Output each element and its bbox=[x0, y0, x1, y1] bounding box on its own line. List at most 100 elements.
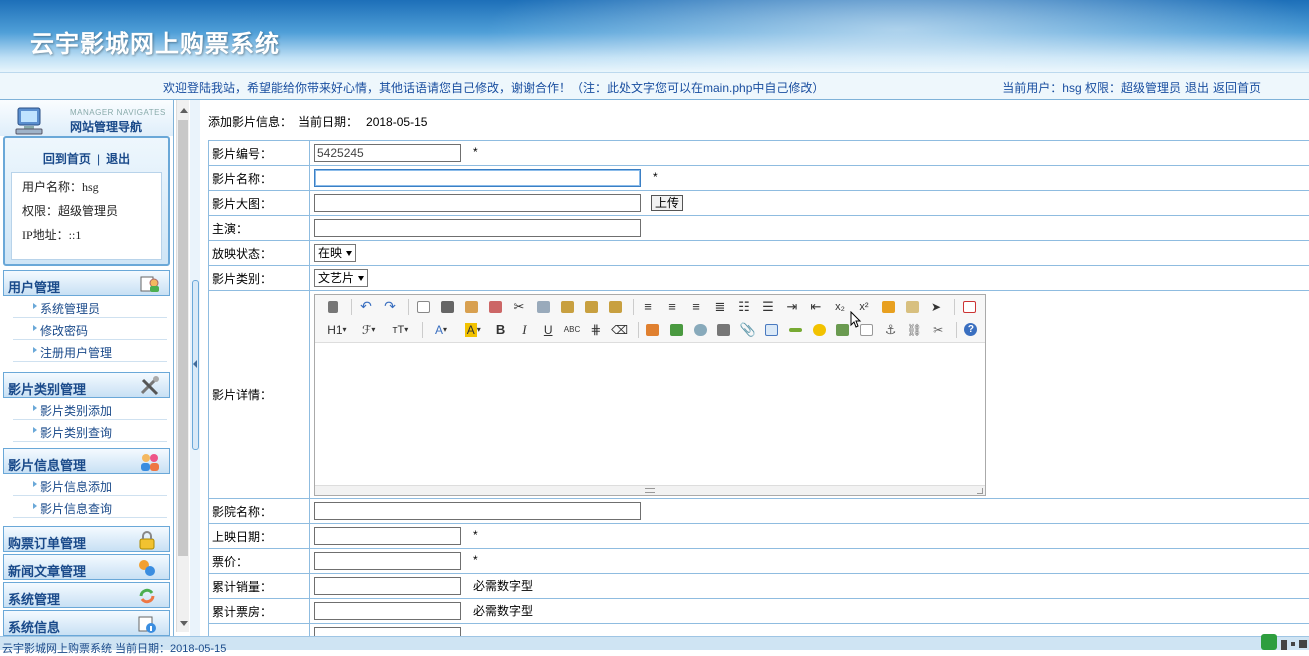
undo-icon[interactable]: ↶ bbox=[356, 298, 376, 316]
fullscreen-icon[interactable] bbox=[959, 298, 979, 316]
align-left-icon[interactable]: ≡ bbox=[638, 298, 658, 316]
menu-title-label: 影片类别管理 bbox=[8, 379, 86, 398]
video-icon[interactable] bbox=[714, 321, 734, 339]
home-link[interactable]: 回到首页 bbox=[43, 152, 91, 166]
cinema-field[interactable] bbox=[314, 502, 641, 520]
redo-icon[interactable]: ↷ bbox=[380, 298, 400, 316]
paste-word-icon[interactable] bbox=[605, 298, 625, 316]
highlight-icon[interactable]: A▾ bbox=[459, 321, 487, 339]
editor-resize-bar[interactable] bbox=[315, 485, 985, 495]
preview-icon[interactable] bbox=[413, 298, 433, 316]
scroll-up-icon[interactable] bbox=[180, 108, 188, 113]
clear-format-icon[interactable] bbox=[878, 298, 898, 316]
align-right-icon[interactable]: ≡ bbox=[686, 298, 706, 316]
source-icon[interactable] bbox=[323, 298, 343, 316]
paste-text-icon[interactable] bbox=[581, 298, 601, 316]
status-select[interactable]: 在映 bbox=[314, 244, 356, 262]
menu-title-movie[interactable]: 影片信息管理 bbox=[3, 448, 170, 474]
eraser-icon[interactable]: ⌫ bbox=[610, 321, 630, 339]
menu-title-category[interactable]: 影片类别管理 bbox=[3, 372, 170, 398]
font-family-icon[interactable]: ℱ▾ bbox=[355, 321, 383, 339]
sidebar-item-registered-users[interactable]: 注册用户管理 bbox=[13, 340, 167, 362]
partial-field[interactable] bbox=[314, 627, 461, 636]
frame-splitter[interactable] bbox=[190, 100, 200, 636]
ime-toolbar-icon bbox=[1189, 630, 1309, 650]
code-icon[interactable] bbox=[485, 298, 505, 316]
category-select[interactable]: 文艺片 bbox=[314, 269, 368, 287]
justify-icon[interactable]: ≣ bbox=[710, 298, 730, 316]
collapse-arrow-icon[interactable] bbox=[193, 360, 197, 368]
sidebar-item-category-query[interactable]: 影片类别查询 bbox=[13, 420, 167, 442]
underline-icon[interactable]: U bbox=[538, 321, 558, 339]
strikethrough-icon[interactable]: ABC bbox=[562, 321, 582, 339]
resize-corner-icon[interactable] bbox=[977, 488, 983, 494]
release-date-field[interactable] bbox=[314, 527, 461, 545]
indent-icon[interactable]: ⇥ bbox=[782, 298, 802, 316]
sales-field[interactable] bbox=[314, 577, 461, 595]
select-all-icon[interactable] bbox=[902, 298, 922, 316]
form-row-code: 影片编号： 5425245* bbox=[209, 141, 1309, 166]
italic-icon[interactable]: I bbox=[514, 321, 534, 339]
template-icon[interactable] bbox=[461, 298, 481, 316]
pointer-icon[interactable]: ➤ bbox=[926, 298, 946, 316]
bold-icon[interactable]: B bbox=[491, 321, 511, 339]
user-box: 回到首页|退出 用户名称：hsg 权限：超级管理员 IP地址：::1 bbox=[3, 136, 170, 266]
movie-name-field[interactable] bbox=[314, 169, 641, 187]
menu-title-sysinfo[interactable]: 系统信息 bbox=[3, 610, 170, 636]
field-label: 影片编号： bbox=[209, 141, 310, 166]
cut-icon[interactable]: ✂ bbox=[509, 298, 529, 316]
unordered-list-icon[interactable]: ☰ bbox=[758, 298, 778, 316]
menu-title-system[interactable]: 系统管理 bbox=[3, 582, 170, 608]
print-icon[interactable] bbox=[437, 298, 457, 316]
movie-code-field[interactable]: 5425245 bbox=[314, 144, 461, 162]
heading-icon[interactable]: H1▾ bbox=[323, 321, 351, 339]
sidebar-item-admin[interactable]: 系统管理员 bbox=[13, 296, 167, 318]
menu-title-orders[interactable]: 购票订单管理 bbox=[3, 526, 170, 552]
menu-item-label: 影片类别查询 bbox=[40, 424, 112, 441]
emoji-icon[interactable] bbox=[809, 321, 829, 339]
insert-col-icon[interactable] bbox=[666, 321, 686, 339]
anchor-icon[interactable]: ⚓ bbox=[881, 321, 901, 339]
scroll-down-icon[interactable] bbox=[180, 621, 188, 626]
poster-field[interactable] bbox=[314, 194, 641, 212]
table-border-icon[interactable]: ⋕ bbox=[586, 321, 606, 339]
logout-link[interactable]: 退出 bbox=[1185, 81, 1209, 95]
footer-text: 云宇影城网上购票系统 当前日期：2018-05-15 bbox=[2, 640, 226, 656]
computer-icon bbox=[14, 106, 48, 136]
copy-icon[interactable] bbox=[533, 298, 553, 316]
back-home-link[interactable]: 返回首页 bbox=[1213, 81, 1261, 95]
image-search-icon[interactable] bbox=[690, 321, 710, 339]
upload-button[interactable]: 上传 bbox=[651, 195, 683, 211]
font-size-icon[interactable]: тT▾ bbox=[386, 321, 414, 339]
font-color-icon[interactable]: A▾ bbox=[427, 321, 455, 339]
outdent-icon[interactable]: ⇤ bbox=[806, 298, 826, 316]
menu-title-user[interactable]: 用户管理 bbox=[3, 270, 170, 296]
bullet-icon bbox=[33, 427, 37, 433]
sidebar-item-change-password[interactable]: 修改密码 bbox=[13, 318, 167, 340]
align-center-icon[interactable]: ≡ bbox=[662, 298, 682, 316]
ordered-list-icon[interactable]: ☷ bbox=[734, 298, 754, 316]
attachment-icon[interactable]: 📎 bbox=[738, 321, 758, 339]
sidebar-item-category-add[interactable]: 影片类别添加 bbox=[13, 398, 167, 420]
table-icon[interactable] bbox=[762, 321, 782, 339]
scroll-thumb[interactable] bbox=[178, 120, 188, 556]
insert-row-icon[interactable] bbox=[643, 321, 663, 339]
rich-text-editor[interactable]: ↶ ↷ ✂ ≡ bbox=[314, 294, 986, 496]
paste-icon[interactable] bbox=[557, 298, 577, 316]
price-field[interactable] bbox=[314, 552, 461, 570]
sidebar-logout-link[interactable]: 退出 bbox=[106, 152, 130, 166]
form-row-status: 放映状态： 在映 bbox=[209, 241, 1309, 266]
bullet-icon bbox=[33, 481, 37, 487]
sidebar-item-movie-add[interactable]: 影片信息添加 bbox=[13, 474, 167, 496]
resize-grip-icon[interactable] bbox=[645, 488, 655, 493]
unlink-icon[interactable]: ✂ bbox=[928, 321, 948, 339]
menu-title-news[interactable]: 新闻文章管理 bbox=[3, 554, 170, 580]
link-icon[interactable]: ⛓ bbox=[904, 321, 924, 339]
boxoffice-field[interactable] bbox=[314, 602, 461, 620]
help-icon[interactable]: ? bbox=[961, 321, 981, 339]
sidebar-item-movie-query[interactable]: 影片信息查询 bbox=[13, 496, 167, 518]
hr-icon[interactable] bbox=[785, 321, 805, 339]
actor-field[interactable] bbox=[314, 219, 641, 237]
sidebar-scrollbar[interactable] bbox=[176, 100, 189, 632]
subscript-icon[interactable]: x₂ bbox=[830, 298, 850, 316]
